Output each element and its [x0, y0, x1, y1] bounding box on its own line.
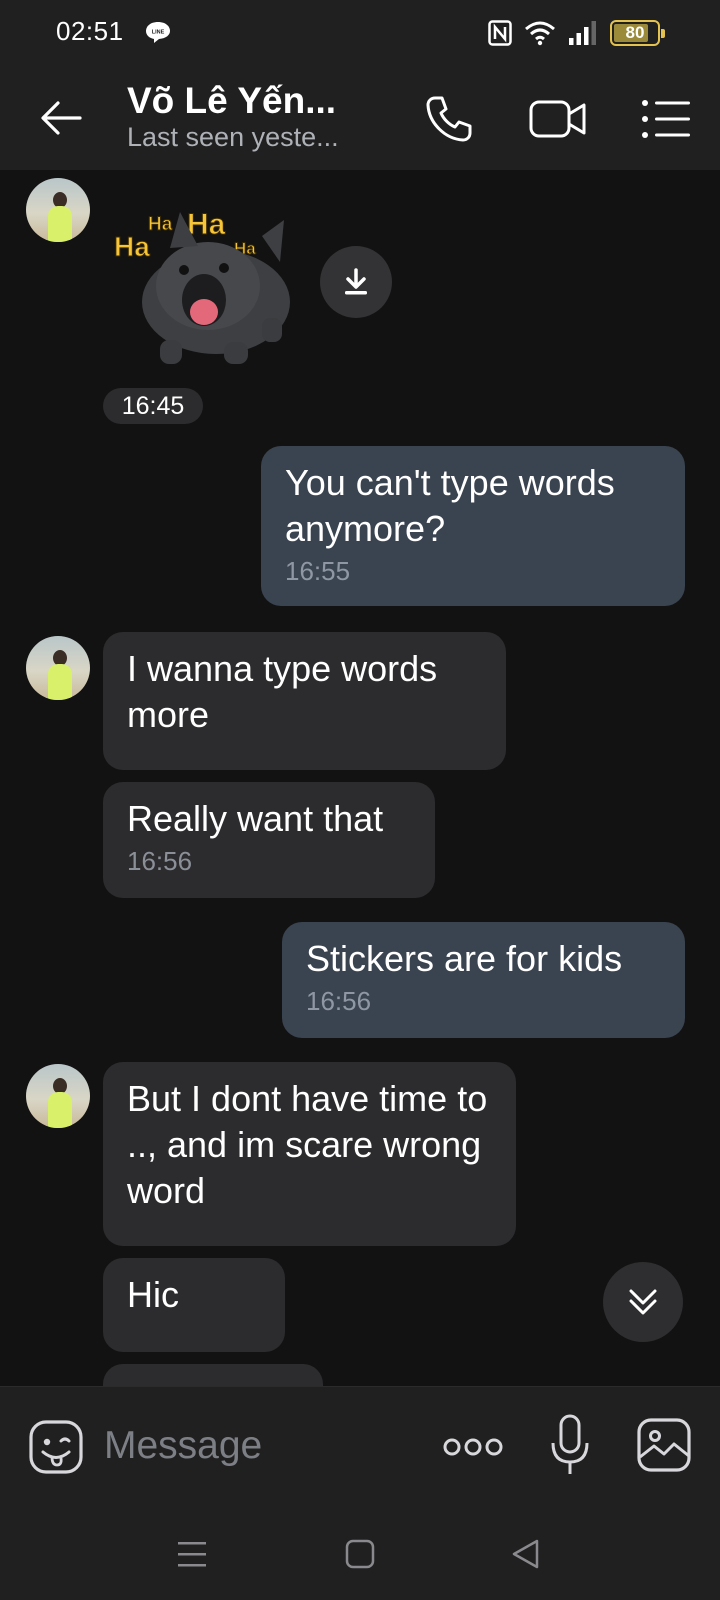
- video-camera-icon[interactable]: [528, 94, 588, 144]
- line-app-icon: LINE: [146, 22, 170, 43]
- back-nav-icon[interactable]: [506, 1536, 546, 1572]
- gallery-icon[interactable]: [636, 1417, 692, 1473]
- battery-indicator: 80: [610, 20, 665, 46]
- phone-icon[interactable]: [424, 94, 474, 144]
- incoming-message[interactable]: Hic: [103, 1258, 285, 1352]
- status-icons: 80: [488, 18, 665, 48]
- message-text: I wanna type words more: [127, 648, 438, 735]
- message-time: 16:56: [127, 846, 193, 876]
- incoming-message[interactable]: But I dont have time to .., and im scare…: [103, 1062, 516, 1246]
- status-bar: 02:51 LINE 80: [0, 0, 720, 64]
- signal-icon: [569, 21, 596, 45]
- laughing-dog-sticker[interactable]: Ha Ha Ha Ha: [112, 190, 302, 370]
- chevron-double-down-icon: [629, 1289, 657, 1315]
- last-seen-status: Last seen yeste...: [127, 122, 339, 152]
- nfc-icon: [488, 20, 512, 46]
- sticker-time: 16:45: [103, 388, 203, 424]
- incoming-message-partial[interactable]: [103, 1364, 323, 1386]
- svg-text:Ha: Ha: [148, 214, 173, 235]
- svg-text:Ha: Ha: [114, 231, 150, 262]
- incoming-message[interactable]: Really want that 16:56: [103, 782, 435, 898]
- wifi-icon: [525, 21, 555, 46]
- chat-header: Võ Lê Yến... Last seen yeste...: [0, 64, 720, 170]
- recent-apps-icon[interactable]: [172, 1536, 212, 1572]
- message-composer: [0, 1386, 720, 1506]
- message-time: 16:56: [306, 986, 372, 1016]
- outgoing-message[interactable]: Stickers are for kids 16:56: [282, 922, 685, 1038]
- message-text: But I dont have time to .., and im scare…: [127, 1078, 488, 1211]
- more-dots-icon[interactable]: [442, 1429, 504, 1465]
- contact-avatar[interactable]: [26, 1064, 90, 1128]
- battery-tip: [661, 29, 665, 38]
- avatar-body: [48, 664, 72, 700]
- message-time: 16:55: [285, 556, 351, 586]
- battery-level: 80: [625, 23, 645, 42]
- message-text: Stickers are for kids: [306, 938, 623, 979]
- message-input[interactable]: [104, 1415, 404, 1477]
- contact-avatar[interactable]: [26, 636, 90, 700]
- contact-avatar[interactable]: [26, 178, 90, 242]
- message-text: Really want that: [127, 798, 384, 839]
- outgoing-message[interactable]: You can't type words anymore? 16:55: [261, 446, 685, 606]
- svg-text:Ha: Ha: [187, 208, 226, 241]
- status-time: 02:51: [56, 16, 124, 46]
- message-text: You can't type words anymore?: [285, 462, 615, 549]
- incoming-message[interactable]: I wanna type words more: [103, 632, 506, 770]
- microphone-icon[interactable]: [550, 1413, 590, 1477]
- avatar-body: [48, 1092, 72, 1128]
- svg-text:LINE: LINE: [152, 30, 165, 36]
- system-nav-bar: [0, 1506, 720, 1600]
- download-button[interactable]: [320, 246, 392, 318]
- sticker-face-icon[interactable]: [28, 1419, 84, 1475]
- scroll-to-bottom-button[interactable]: [603, 1262, 683, 1342]
- menu-icon[interactable]: [640, 94, 692, 144]
- back-arrow-icon[interactable]: [36, 92, 88, 144]
- contact-name[interactable]: Võ Lê Yến...: [127, 80, 336, 122]
- home-icon[interactable]: [340, 1536, 380, 1572]
- message-text: Hic: [127, 1274, 179, 1315]
- avatar-body: [48, 206, 72, 242]
- download-icon: [345, 268, 367, 295]
- chat-messages[interactable]: Ha Ha Ha Ha 16:45 You can't type words a…: [0, 170, 720, 1386]
